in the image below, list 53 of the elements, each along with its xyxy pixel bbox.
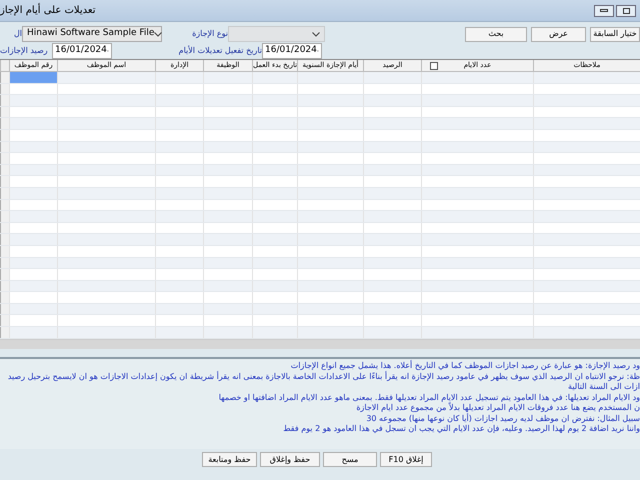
note-text: ازات الى السنة التالية	[568, 382, 640, 392]
row-header[interactable]	[0, 176, 9, 187]
row-header[interactable]	[0, 269, 9, 280]
chevron-down-icon	[312, 32, 320, 36]
date-field[interactable]: 16/01/2024	[262, 43, 322, 59]
row-header[interactable]	[0, 106, 9, 118]
button[interactable]: عرض	[531, 26, 586, 42]
row-header[interactable]	[0, 142, 9, 152]
row-header[interactable]	[0, 72, 9, 83]
corner-header[interactable]	[0, 60, 9, 71]
dropdown[interactable]: Hinawi Software Sample File	[22, 26, 162, 42]
row-header[interactable]	[0, 95, 9, 106]
note-text: ن المستخدم يضع هنا عدد فروقات الايام المراد تعديلها بدلاً من مجموع عدد ايام الاجازة	[356, 403, 640, 413]
note-text: واننا نريد اضافة 2 يوم لهذا الرصيد. وعليه، فإن عدد الايام التي يجب ان تسجل في هذا العامود هو 2 يوم فقط	[283, 424, 640, 434]
field-label: نوع الإجازة	[191, 28, 228, 40]
note-text: ظة: نرجو الانتباه ان الرصيد الذي سوف يظهر في عامود رصيد الإجازة انه يقرأ بناءًا على الاعدادات الخاصة بالاجازة بمعنى انه يقرأ شريطة ان يكون إعدادات الاجازات هو ان لايسمح بترحيل رصيد	[8, 372, 640, 382]
horizontal-scrollbar[interactable]	[0, 339, 640, 349]
row-header[interactable]	[0, 164, 9, 176]
row-header[interactable]	[0, 258, 9, 268]
note-text: ود رصيد الإجازة: هو عبارة عن رصيد اجازات الموظف كما في التاريخ أعلاه. هذا يشمل جميع انواع الإجازات	[290, 361, 640, 371]
row-header[interactable]	[0, 118, 9, 129]
button[interactable]: حفظ وإغلاق	[260, 452, 320, 467]
row-header[interactable]	[0, 280, 9, 292]
row-header[interactable]	[0, 234, 9, 245]
checkbox[interactable]	[430, 62, 438, 70]
button[interactable]: حفظ ومتابعة	[202, 452, 257, 467]
row-header[interactable]	[0, 222, 9, 234]
row-header[interactable]	[0, 292, 9, 303]
field-label: ال	[12, 28, 22, 40]
restore-button[interactable]	[616, 4, 636, 16]
minimize-button[interactable]	[594, 4, 614, 16]
row-header[interactable]	[0, 130, 9, 141]
row-header[interactable]	[0, 153, 9, 164]
field-label: تاريخ تفعيل تعديلات الأيام	[178, 45, 262, 57]
row-header[interactable]	[0, 211, 9, 222]
row-header[interactable]	[0, 246, 9, 256]
table-cell[interactable]	[9, 72, 57, 83]
button[interactable]: مسح	[323, 452, 377, 467]
chevron-down-icon	[154, 32, 162, 36]
row-header[interactable]	[0, 200, 9, 210]
row-header[interactable]	[0, 188, 9, 199]
button[interactable]: ختيار السابقة	[590, 26, 640, 42]
row-header[interactable]	[0, 304, 9, 314]
button[interactable]: بحث	[465, 26, 527, 42]
note-text: ود الايام المراد تعديلها: في هذا العامود يتم تسجيل عدد الايام المراد تعديلها فقط. بمعنى ماهو عدد الايام المراد اضافتها او خصمها	[218, 392, 640, 402]
note-text: سبيل المثال: نفترض ان موظف لديه رصيد اجازات (أيا كان نوعها منها) مجموعه 30	[366, 414, 640, 424]
row-header[interactable]	[0, 315, 9, 326]
button[interactable]: F10 إغلاق	[380, 452, 432, 467]
row-header[interactable]	[0, 84, 9, 94]
field-label: رصيد الإجازات	[0, 45, 49, 57]
date-field[interactable]: 16/01/2024	[52, 43, 112, 59]
row-header[interactable]	[0, 327, 9, 338]
dropdown-value: Hinawi Software Sample File	[27, 27, 154, 40]
